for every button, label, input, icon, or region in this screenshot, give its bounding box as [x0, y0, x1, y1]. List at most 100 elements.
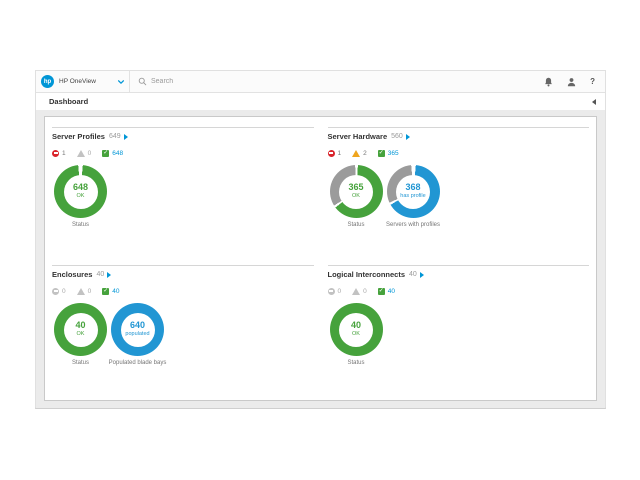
ok-status-group[interactable]: 40 [102, 288, 119, 295]
section-link-arrow-icon [420, 272, 424, 278]
section-link-arrow-icon [124, 134, 128, 140]
status-donut-chart[interactable]: 648 OK [54, 165, 107, 218]
ok-count: 40 [388, 288, 395, 295]
donut-value: 40 [75, 321, 85, 331]
section-title: Logical Interconnects [328, 270, 406, 279]
search-bar [138, 77, 544, 86]
section-link-arrow-icon [107, 272, 111, 278]
user-session-icon[interactable] [567, 77, 576, 87]
status-summary-row: 1 0 648 [52, 149, 314, 157]
donut-row: 648 OK Status [52, 165, 314, 228]
ok-count: 40 [112, 288, 119, 295]
warning-status-group[interactable]: 2 [352, 150, 367, 157]
section-count: 560 [391, 133, 403, 140]
critical-status-group[interactable]: 1 [328, 150, 342, 157]
donut-label: Populated blade bays [109, 360, 167, 366]
donut-block-status: 40 OK Status [52, 303, 109, 366]
critical-icon [328, 288, 335, 295]
warning-icon [77, 150, 85, 157]
donut-hole: 365 OK [339, 175, 373, 209]
ok-status-group[interactable]: 40 [378, 288, 395, 295]
profiles-donut-chart[interactable]: 368 has profile [387, 165, 440, 218]
section-enclosures: Enclosures 40 0 0 40 [52, 265, 314, 400]
hp-logo-icon: hp [41, 75, 54, 88]
section-link-arrow-icon [406, 134, 410, 140]
donut-sublabel: OK [352, 193, 360, 200]
donut-row: 40 OK Status [328, 303, 590, 366]
donut-row: 365 OK Status 368 has profile [328, 165, 590, 228]
critical-count: 1 [62, 150, 66, 157]
status-donut-chart[interactable]: 40 OK [330, 303, 383, 356]
collapse-panel-arrow-icon[interactable] [592, 99, 596, 105]
critical-status-group[interactable]: 1 [52, 150, 66, 157]
donut-block-status: 648 OK Status [52, 165, 109, 228]
warning-status-group[interactable]: 0 [77, 288, 92, 295]
ok-check-icon [378, 288, 385, 295]
section-link-logical-interconnects[interactable]: Logical Interconnects 40 [328, 270, 590, 279]
warning-count: 2 [363, 150, 367, 157]
top-bar: hp HP OneView ? [36, 71, 605, 93]
donut-value: 368 [405, 183, 420, 193]
status-donut-chart[interactable]: 365 OK [330, 165, 383, 218]
donut-value: 648 [73, 183, 88, 193]
section-count: 649 [109, 133, 121, 140]
donut-block-bays: 640 populated Populated blade bays [109, 303, 166, 366]
donut-label: Status [347, 222, 364, 228]
section-logical-interconnects: Logical Interconnects 40 0 0 40 [328, 265, 590, 400]
bays-donut-chart[interactable]: 640 populated [111, 303, 164, 356]
donut-hole: 640 populated [121, 313, 155, 347]
ok-count: 365 [388, 150, 399, 157]
section-title: Enclosures [52, 270, 92, 279]
donut-block-status: 40 OK Status [328, 303, 385, 366]
page-header: Dashboard [36, 93, 605, 110]
status-donut-chart[interactable]: 40 OK [54, 303, 107, 356]
ok-status-group[interactable]: 365 [378, 150, 399, 157]
critical-icon [52, 150, 59, 157]
help-button[interactable]: ? [590, 77, 595, 86]
section-link-enclosures[interactable]: Enclosures 40 [52, 270, 314, 279]
donut-sublabel: has profile [400, 193, 425, 200]
section-count: 40 [409, 271, 417, 278]
warning-status-group[interactable]: 0 [77, 150, 92, 157]
ok-check-icon [102, 288, 109, 295]
section-link-server-hardware[interactable]: Server Hardware 560 [328, 132, 590, 141]
section-count: 40 [96, 271, 104, 278]
warning-icon [352, 150, 360, 157]
critical-icon [52, 288, 59, 295]
dashboard-panel: Server Profiles 649 1 0 648 [44, 116, 597, 401]
donut-label: Status [347, 360, 364, 366]
section-server-hardware: Server Hardware 560 1 2 365 [328, 127, 590, 265]
topbar-divider [129, 71, 130, 93]
ok-status-group[interactable]: 648 [102, 150, 123, 157]
critical-count: 0 [62, 288, 66, 295]
donut-sublabel: OK [77, 331, 85, 338]
critical-count: 1 [338, 150, 342, 157]
search-icon [138, 77, 147, 86]
status-summary-row: 1 2 365 [328, 149, 590, 157]
ok-check-icon [378, 150, 385, 157]
ok-check-icon [102, 150, 109, 157]
section-title: Server Hardware [328, 132, 388, 141]
critical-status-group[interactable]: 0 [52, 288, 66, 295]
warning-status-group[interactable]: 0 [352, 288, 367, 295]
warning-count: 0 [363, 288, 367, 295]
donut-label: Status [72, 360, 89, 366]
app-window: hp HP OneView ? Da [35, 70, 606, 409]
section-link-server-profiles[interactable]: Server Profiles 649 [52, 132, 314, 141]
donut-hole: 648 OK [64, 175, 98, 209]
brand-label: HP OneView [59, 78, 117, 85]
warning-icon [352, 288, 360, 295]
notifications-bell-icon[interactable] [544, 77, 553, 87]
donut-block-status: 365 OK Status [328, 165, 385, 228]
brand-menu[interactable]: hp HP OneView [41, 75, 125, 88]
donut-hole: 40 OK [64, 313, 98, 347]
donut-label: Status [72, 222, 89, 228]
chevron-down-icon [117, 78, 125, 86]
dashboard-content: Server Profiles 649 1 0 648 [36, 110, 605, 408]
donut-label: Servers with profiles [386, 222, 440, 228]
warning-count: 0 [88, 288, 92, 295]
donut-block-profiles: 368 has profile Servers with profiles [385, 165, 442, 228]
critical-status-group[interactable]: 0 [328, 288, 342, 295]
donut-value: 365 [348, 183, 363, 193]
search-input[interactable] [151, 78, 351, 85]
